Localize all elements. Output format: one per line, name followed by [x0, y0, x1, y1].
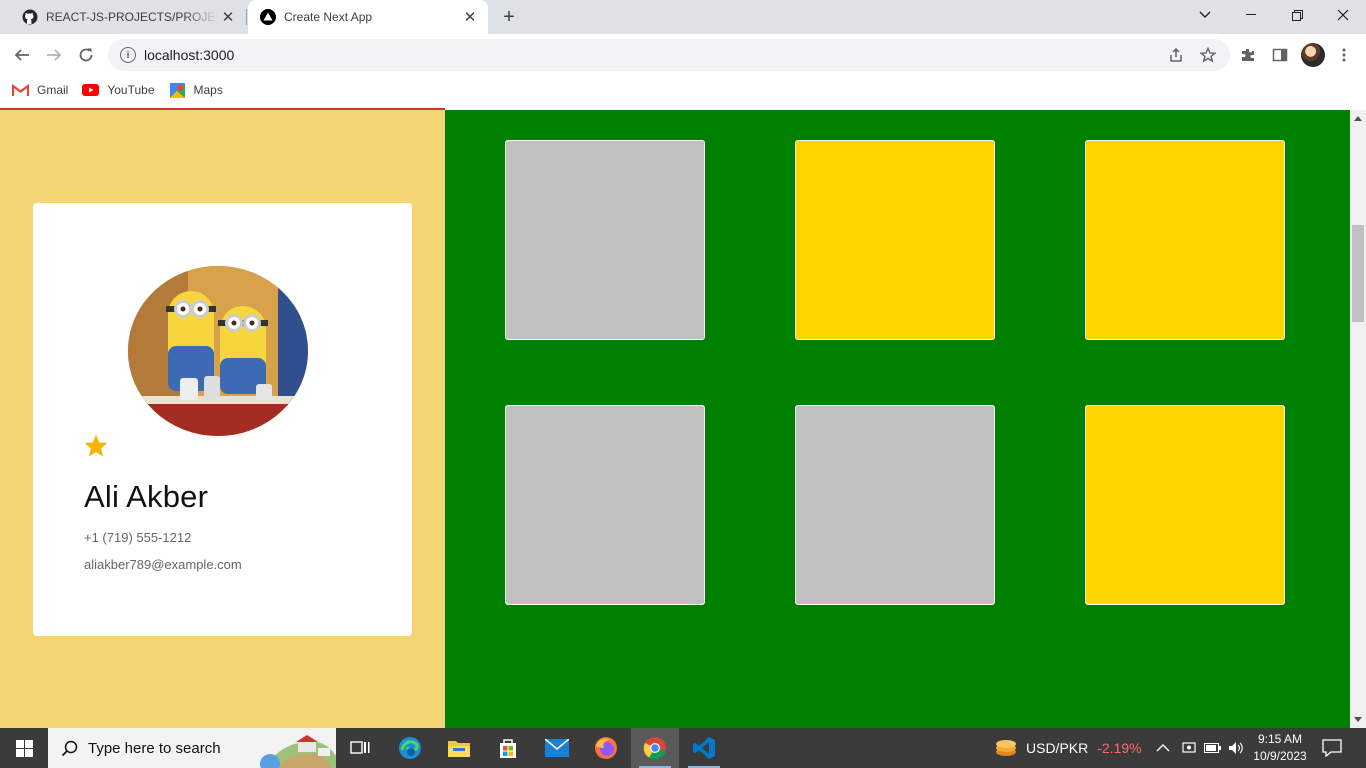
battery-icon[interactable] [1204, 728, 1221, 768]
tile[interactable] [1085, 405, 1285, 605]
task-view-icon[interactable] [336, 728, 384, 768]
taskbar-search-input[interactable] [88, 739, 258, 757]
bookmark-gmail[interactable]: Gmail [12, 83, 68, 97]
scroll-up-icon[interactable] [1354, 116, 1362, 121]
show-hidden-icons-icon[interactable] [1156, 728, 1170, 768]
vscode-icon[interactable] [680, 728, 728, 768]
tile[interactable] [795, 140, 995, 340]
back-icon[interactable] [8, 41, 36, 69]
profile-avatar-photo [128, 266, 308, 436]
tab-github[interactable]: REACT-JS-PROJECTS/PROJECT 0 ✕ [10, 0, 246, 34]
profile-card: Ali Akber +1 (719) 555-1212 aliakber789@… [33, 203, 412, 636]
bookmark-label: Gmail [37, 83, 69, 97]
profile-panel: Ali Akber +1 (719) 555-1212 aliakber789@… [0, 110, 445, 728]
meet-now-icon[interactable] [1182, 728, 1196, 768]
page-viewport: Ali Akber +1 (719) 555-1212 aliakber789@… [0, 110, 1350, 728]
profile-email: aliakber789@example.com [84, 557, 242, 572]
close-tab-icon[interactable]: ✕ [218, 7, 238, 27]
scrollbar-thumb[interactable] [1352, 225, 1364, 322]
star-icon [83, 433, 109, 459]
bookmark-label: YouTube [107, 83, 155, 97]
side-panel-icon[interactable] [1270, 45, 1290, 65]
restore-icon[interactable] [1274, 0, 1320, 30]
file-explorer-icon[interactable] [435, 728, 483, 768]
browser-toolbar: i [0, 34, 1366, 76]
scroll-down-icon[interactable] [1354, 717, 1362, 722]
tab-title: REACT-JS-PROJECTS/PROJECT 0 [46, 10, 218, 24]
currency-coins-icon [994, 737, 1018, 760]
chrome-icon[interactable] [631, 728, 679, 768]
microsoft-store-icon[interactable] [484, 728, 532, 768]
currency-change: -2.19% [1097, 740, 1142, 756]
currency-label: USD/PKR [1026, 740, 1089, 756]
address-bar[interactable]: i [108, 39, 1230, 71]
firefox-icon[interactable] [582, 728, 630, 768]
taskbar-search[interactable] [48, 728, 336, 768]
tile[interactable] [505, 405, 705, 605]
tile[interactable] [505, 140, 705, 340]
extensions-icon[interactable] [1238, 45, 1258, 65]
windows-start-icon[interactable] [0, 728, 48, 768]
url-input[interactable] [144, 47, 1044, 63]
close-tab-icon[interactable]: ✕ [460, 7, 480, 27]
currency-widget[interactable]: USD/PKR -2.19% [994, 728, 1142, 768]
windows-taskbar: USD/PKR -2.19% 9:15 AM 10/9/2023 [0, 728, 1366, 768]
share-icon[interactable] [1166, 45, 1186, 65]
close-window-icon[interactable] [1320, 0, 1366, 30]
clock-time: 9:15 AM [1257, 732, 1303, 746]
tab-search-chevron-icon[interactable] [1182, 0, 1228, 30]
profile-avatar[interactable] [1301, 43, 1325, 67]
github-icon [22, 9, 38, 25]
search-icon [60, 739, 78, 757]
reload-icon[interactable] [72, 41, 100, 69]
nextjs-icon [260, 9, 276, 25]
minimize-icon[interactable] [1228, 0, 1274, 30]
tab-strip: REACT-JS-PROJECTS/PROJECT 0 ✕ Create Nex… [0, 0, 1366, 34]
page-scrollbar[interactable] [1350, 110, 1366, 728]
site-info-icon[interactable]: i [120, 47, 136, 63]
youtube-icon [82, 84, 100, 97]
search-highlight-illustration [256, 728, 336, 768]
bookmarks-bar: Gmail YouTube Maps [0, 76, 1366, 104]
forward-icon[interactable] [40, 41, 68, 69]
more-menu-icon[interactable] [1334, 45, 1354, 65]
new-tab-icon[interactable]: + [497, 5, 521, 29]
tile[interactable] [795, 405, 995, 605]
bookmark-youtube[interactable]: YouTube [82, 83, 155, 97]
gmail-icon [12, 83, 29, 97]
tab-divider [246, 9, 247, 25]
profile-name: Ali Akber [84, 479, 209, 514]
tile-board [445, 110, 1350, 728]
tab-create-next-app[interactable]: Create Next App ✕ [248, 0, 488, 34]
profile-phone: +1 (719) 555-1212 [84, 530, 192, 545]
maps-icon [169, 82, 186, 98]
tab-title: Create Next App [284, 10, 373, 24]
clock-date: 10/9/2023 [1253, 749, 1307, 763]
volume-icon[interactable] [1228, 728, 1244, 768]
tile[interactable] [1085, 140, 1285, 340]
notifications-icon[interactable] [1322, 728, 1342, 768]
taskbar-clock[interactable]: 9:15 AM 10/9/2023 [1250, 731, 1310, 765]
mail-icon[interactable] [533, 728, 581, 768]
bookmark-maps[interactable]: Maps [169, 82, 223, 98]
bookmark-label: Maps [193, 83, 223, 97]
bookmark-star-icon[interactable] [1198, 45, 1218, 65]
edge-icon[interactable] [386, 728, 434, 768]
